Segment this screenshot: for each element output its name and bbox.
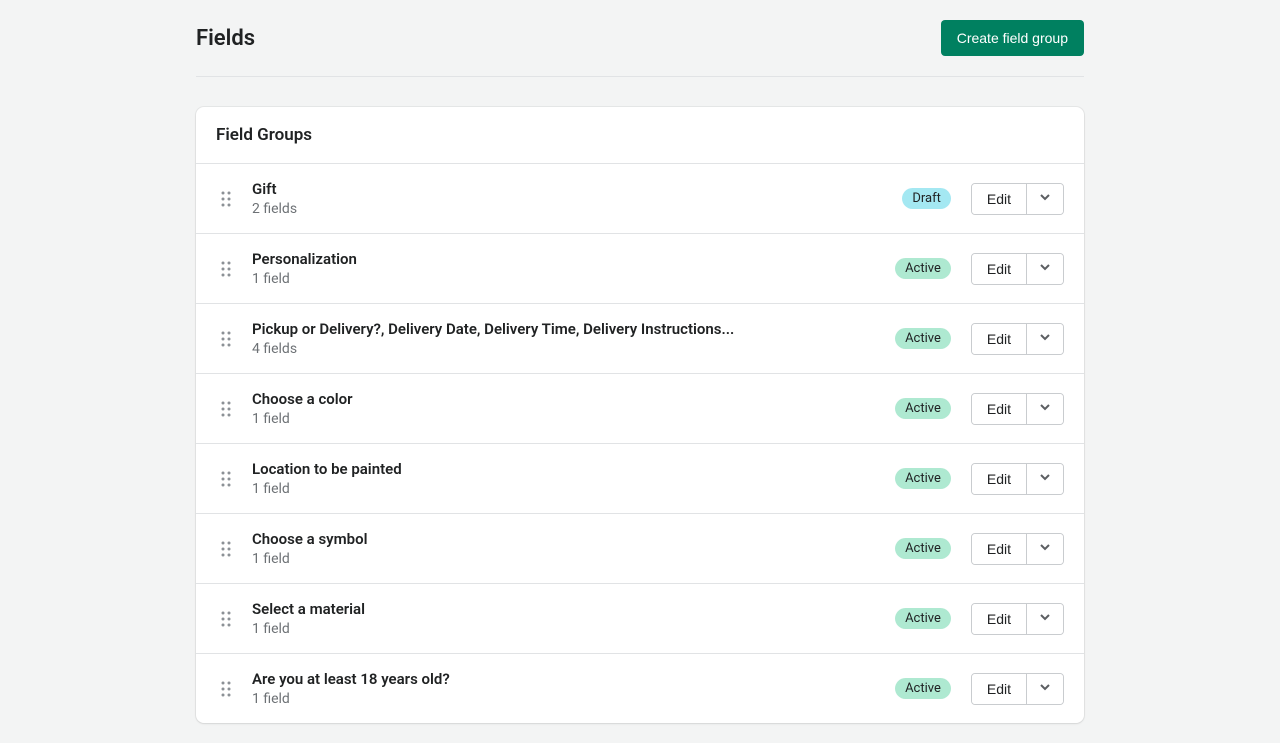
drag-handle-icon[interactable] [216, 471, 236, 487]
field-group-subtitle: 2 fields [252, 201, 902, 217]
edit-button[interactable]: Edit [972, 394, 1027, 424]
field-group-subtitle: 4 fields [252, 341, 895, 357]
status-badge: Active [895, 678, 951, 699]
drag-handle-icon[interactable] [216, 541, 236, 557]
field-group-title: Select a material [252, 600, 895, 618]
status-badge: Active [895, 398, 951, 419]
field-group-row: Select a material 1 fieldActive Edit [196, 584, 1084, 654]
field-group-content: Gift 2 fields [252, 180, 902, 217]
card-header: Field Groups [196, 107, 1084, 164]
drag-handle-icon[interactable] [216, 331, 236, 347]
field-group-title: Gift [252, 180, 902, 198]
more-actions-button[interactable] [1027, 184, 1063, 214]
row-actions: Edit [971, 183, 1064, 215]
field-group-content: Select a material 1 field [252, 600, 895, 637]
edit-button[interactable]: Edit [972, 184, 1027, 214]
chevron-down-icon [1039, 401, 1051, 416]
drag-handle-icon[interactable] [216, 681, 236, 697]
status-badge: Active [895, 328, 951, 349]
field-group-subtitle: 1 field [252, 411, 895, 427]
field-group-row: Location to be painted 1 fieldActive Edit [196, 444, 1084, 514]
more-actions-button[interactable] [1027, 674, 1063, 704]
more-actions-button[interactable] [1027, 394, 1063, 424]
field-group-content: Choose a color 1 field [252, 390, 895, 427]
field-group-content: Are you at least 18 years old? 1 field [252, 670, 895, 707]
edit-button[interactable]: Edit [972, 674, 1027, 704]
field-group-row: Gift 2 fieldsDraft Edit [196, 164, 1084, 234]
field-group-row: Choose a color 1 fieldActive Edit [196, 374, 1084, 444]
field-group-title: Choose a symbol [252, 530, 895, 548]
field-groups-card: Field Groups Gift2 fieldsDraftEditPerson… [196, 107, 1084, 723]
field-group-content: Personalization 1 field [252, 250, 895, 287]
status-badge: Active [895, 468, 951, 489]
field-group-subtitle: 1 field [252, 271, 895, 287]
edit-button[interactable]: Edit [972, 534, 1027, 564]
field-group-row: Pickup or Delivery?, Delivery Date, Deli… [196, 304, 1084, 374]
chevron-down-icon [1039, 331, 1051, 346]
field-group-title: Pickup or Delivery?, Delivery Date, Deli… [252, 320, 895, 338]
chevron-down-icon [1039, 261, 1051, 276]
edit-button[interactable]: Edit [972, 604, 1027, 634]
field-group-row: Choose a symbol 1 fieldActive Edit [196, 514, 1084, 584]
field-group-subtitle: 1 field [252, 621, 895, 637]
field-group-content: Pickup or Delivery?, Delivery Date, Deli… [252, 320, 895, 357]
chevron-down-icon [1039, 611, 1051, 626]
chevron-down-icon [1039, 541, 1051, 556]
status-badge: Draft [902, 188, 951, 209]
page-title: Fields [196, 26, 255, 51]
drag-handle-icon[interactable] [216, 401, 236, 417]
row-actions: Edit [971, 673, 1064, 705]
page-header: Fields Create field group [196, 20, 1084, 77]
edit-button[interactable]: Edit [972, 324, 1027, 354]
more-actions-button[interactable] [1027, 324, 1063, 354]
row-actions: Edit [971, 323, 1064, 355]
edit-button[interactable]: Edit [972, 254, 1027, 284]
row-actions: Edit [971, 463, 1064, 495]
more-actions-button[interactable] [1027, 464, 1063, 494]
card-title: Field Groups [216, 125, 1064, 145]
field-group-title: Are you at least 18 years old? [252, 670, 895, 688]
edit-button[interactable]: Edit [972, 464, 1027, 494]
status-badge: Active [895, 608, 951, 629]
drag-handle-icon[interactable] [216, 261, 236, 277]
field-groups-list: Gift 2 fieldsDraft Edit Personalization 1 fi… [196, 164, 1084, 723]
more-actions-button[interactable] [1027, 604, 1063, 634]
field-group-row: Personalization 1 fieldActive Edit [196, 234, 1084, 304]
row-actions: Edit [971, 253, 1064, 285]
drag-handle-icon[interactable] [216, 191, 236, 207]
field-group-title: Location to be painted [252, 460, 895, 478]
field-group-content: Choose a symbol 1 field [252, 530, 895, 567]
create-field-group-button[interactable]: Create field group [941, 20, 1084, 56]
field-group-subtitle: 1 field [252, 691, 895, 707]
more-actions-button[interactable] [1027, 534, 1063, 564]
field-group-title: Choose a color [252, 390, 895, 408]
drag-handle-icon[interactable] [216, 611, 236, 627]
chevron-down-icon [1039, 191, 1051, 206]
chevron-down-icon [1039, 471, 1051, 486]
status-badge: Active [895, 258, 951, 279]
field-group-row: Are you at least 18 years old? 1 fieldAct… [196, 654, 1084, 723]
chevron-down-icon [1039, 681, 1051, 696]
field-group-subtitle: 1 field [252, 551, 895, 567]
field-group-subtitle: 1 field [252, 481, 895, 497]
field-group-content: Location to be painted 1 field [252, 460, 895, 497]
field-group-title: Personalization [252, 250, 895, 268]
more-actions-button[interactable] [1027, 254, 1063, 284]
row-actions: Edit [971, 393, 1064, 425]
row-actions: Edit [971, 533, 1064, 565]
row-actions: Edit [971, 603, 1064, 635]
status-badge: Active [895, 538, 951, 559]
